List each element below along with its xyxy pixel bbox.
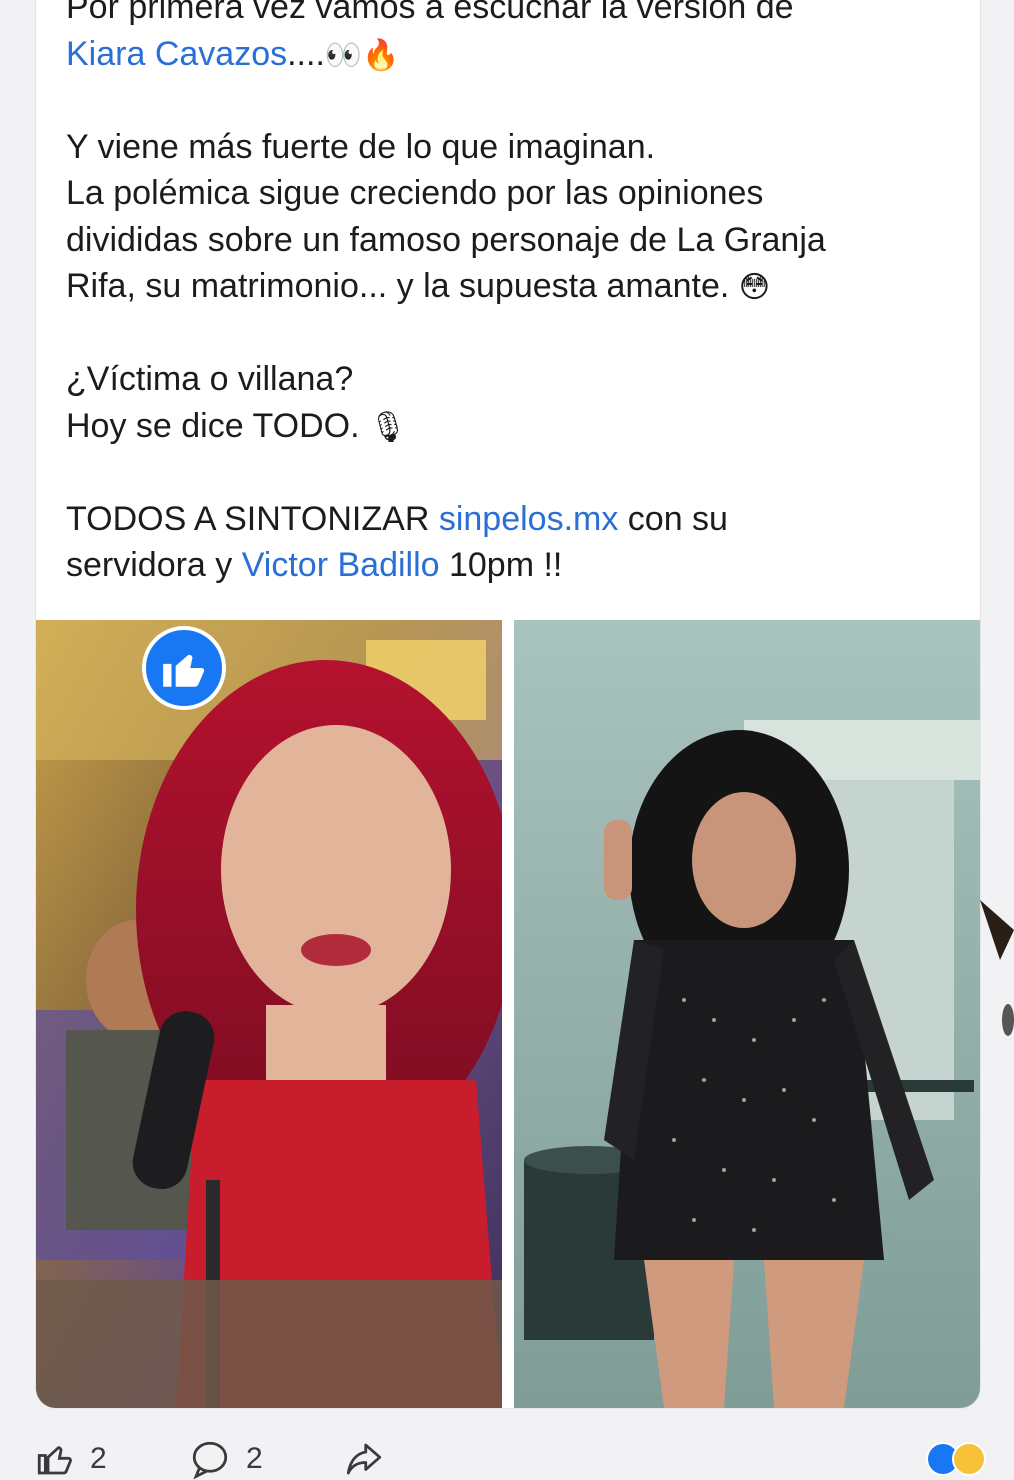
edge-decoration <box>980 900 1014 1036</box>
post-text-line: Y viene más fuerte de lo que imaginan. <box>66 124 966 171</box>
post-text-line: Por primera vez vamos a escuchar la vers… <box>66 0 966 31</box>
post-text-span: con su <box>618 499 728 538</box>
thumbs-up-outline-icon <box>37 1446 72 1475</box>
post-text-span: divididas sobre un famoso personaje de L… <box>66 220 826 259</box>
emoji: 🔥 <box>362 37 400 73</box>
photo-grid <box>36 620 980 1408</box>
post-text: Por primera vez vamos a escuchar la vers… <box>66 0 966 589</box>
post-text-line: ¿Víctima o villana? <box>66 356 966 403</box>
post-text-span: 10pm !! <box>439 546 563 584</box>
post-text-line: Rifa, su matrimonio... y la supuesta ama… <box>66 263 966 310</box>
comment-bubble-icon <box>192 1441 228 1480</box>
emoji: 👀 <box>324 37 363 73</box>
like-badge <box>142 626 226 710</box>
share-action[interactable] <box>340 1438 388 1480</box>
reaction-summary[interactable] <box>926 1442 986 1476</box>
post-text-span: .... <box>287 34 325 73</box>
post-link[interactable]: Victor Badillo <box>242 546 440 584</box>
post-text-span: Y viene más fuerte de lo que imaginan. <box>66 127 656 166</box>
haha-reaction-icon <box>952 1442 986 1476</box>
post-text-line: La polémica sigue creciendo por las opin… <box>66 170 966 217</box>
photo-left[interactable] <box>36 620 502 1408</box>
photo-left-image <box>36 620 502 1408</box>
emoji: 😳 <box>738 269 771 305</box>
post-text-span: ¿Víctima o villana? <box>66 360 354 398</box>
post-text-span: Por primera vez vamos a escuchar la vers… <box>66 0 794 26</box>
comment-count: 2 <box>246 1442 263 1475</box>
like-action[interactable]: 2 <box>34 1438 107 1480</box>
post-text-span: Rifa, su matrimonio... y la supuesta ama… <box>66 267 739 305</box>
like-count: 2 <box>90 1442 107 1475</box>
post-text-span: Hoy se dice TODO. <box>66 406 369 445</box>
photo-right-image <box>514 620 980 1408</box>
comment-action[interactable]: 2 <box>188 1438 263 1480</box>
post-text-span: La polémica sigue creciendo por las opin… <box>66 174 764 212</box>
post-text-span: servidora y <box>66 546 242 584</box>
share-arrow-icon <box>346 1443 382 1475</box>
thumbs-up-icon <box>163 654 205 687</box>
emoji: 🎙 <box>368 409 408 445</box>
post-text-line: TODOS A SINTONIZAR sinpelos.mx con su <box>66 496 966 543</box>
post-card: Por primera vez vamos a escuchar la vers… <box>36 0 980 1408</box>
post-link[interactable]: sinpelos.mx <box>439 500 619 538</box>
post-text-span: TODOS A SINTONIZAR <box>66 499 439 538</box>
post-text-line: divididas sobre un famoso personaje de L… <box>66 217 966 264</box>
photo-right[interactable] <box>514 620 980 1408</box>
post-text-line: Hoy se dice TODO. 🎙 <box>66 403 966 450</box>
post-text-line: Kiara Cavazos....👀🔥 <box>66 31 966 78</box>
post-link[interactable]: Kiara Cavazos <box>66 35 287 73</box>
post-text-line: servidora y Victor Badillo 10pm !! <box>66 542 966 589</box>
post-actions-bar: 2 2 <box>0 1430 1014 1480</box>
